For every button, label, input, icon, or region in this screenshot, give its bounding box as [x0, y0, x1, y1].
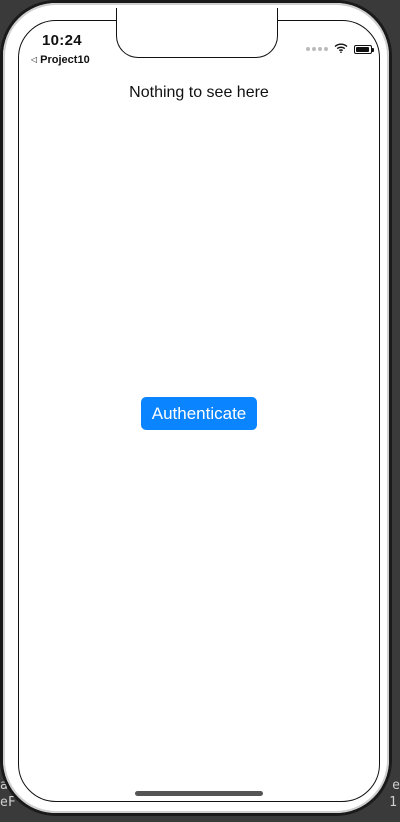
status-time: 10:24	[42, 32, 82, 49]
back-link-label: Project10	[40, 54, 90, 66]
signal-dots-icon	[306, 47, 328, 51]
triangle-left-icon: ◁	[31, 55, 38, 64]
page-title: Nothing to see here	[129, 84, 269, 101]
back-to-app-link[interactable]: ◁ Project10	[31, 54, 90, 66]
notch	[116, 8, 278, 58]
authenticate-button[interactable]: Authenticate	[141, 397, 257, 430]
battery-icon	[354, 44, 374, 54]
wifi-icon	[334, 40, 348, 58]
background-text: e	[392, 778, 400, 793]
status-indicators	[306, 40, 374, 58]
home-indicator[interactable]	[135, 791, 263, 796]
background-text: 1	[389, 795, 397, 810]
